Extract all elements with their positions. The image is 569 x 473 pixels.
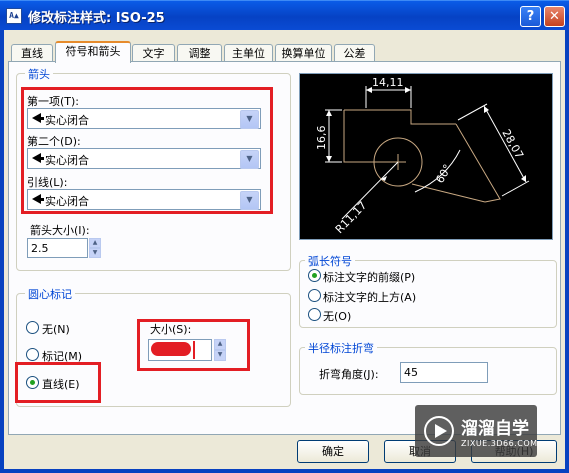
ok-button[interactable]: 确定 — [297, 440, 369, 463]
dim-left-text: 16,6 — [315, 126, 328, 151]
highlight-box-arrow-selects — [21, 87, 273, 214]
jog-angle-input[interactable]: 45 — [400, 362, 488, 383]
dim-top-text: 14,11 — [372, 76, 404, 89]
tab-fit[interactable]: 调整 — [177, 44, 222, 62]
spin-up-icon[interactable]: ▲ — [89, 238, 101, 248]
autocad-app-icon: A▲ — [6, 8, 22, 24]
watermark-url: ZIXUE.3D66.COM — [461, 439, 538, 448]
arrow-size-label: 箭头大小(I): — [30, 224, 90, 237]
outline-left — [343, 110, 398, 163]
arc-above-radio[interactable] — [308, 289, 321, 302]
spin-down-icon[interactable]: ▼ — [89, 248, 101, 258]
tab-lines[interactable]: 直线 — [11, 44, 53, 62]
center-none-radio[interactable] — [26, 321, 39, 334]
watermark-brand: 溜溜自学 — [461, 419, 529, 439]
dimension-preview: 14,11 16,6 28,07 60° R11,17 — [299, 73, 553, 240]
outline-right — [455, 123, 501, 203]
radius-jog-legend: 半径标注折弯 — [305, 340, 377, 356]
dim-right-text: 28,07 — [499, 127, 526, 161]
close-icon[interactable]: ✕ — [544, 6, 565, 27]
tab-tolerances[interactable]: 公差 — [334, 44, 375, 62]
play-logo-icon — [424, 416, 454, 446]
center-marks-legend: 圆心标记 — [25, 286, 75, 302]
jog-angle-label: 折弯角度(J): — [319, 368, 379, 381]
arc-prefix-label[interactable]: 标注文字的前缀(P) — [323, 269, 415, 285]
center-mark-radio[interactable] — [26, 348, 39, 361]
highlight-box-center-size — [137, 319, 250, 371]
arrow-size-input[interactable]: 2.5 — [27, 238, 88, 258]
tab-symbols-arrows[interactable]: 符号和箭头 — [55, 41, 131, 63]
outline-top — [344, 109, 456, 125]
arrowheads-legend: 箭头 — [25, 66, 53, 82]
outline-bottom — [411, 183, 486, 203]
tab-primary-units[interactable]: 主单位 — [224, 44, 273, 62]
preview-drawing: 14,11 16,6 28,07 60° R11,17 — [315, 76, 530, 236]
dim-angle-text: 60° — [433, 162, 454, 185]
arc-none-radio[interactable] — [308, 308, 321, 321]
arc-length-legend: 弧长符号 — [305, 253, 355, 269]
tab-text[interactable]: 文字 — [132, 44, 175, 62]
arrowheads — [326, 87, 526, 182]
window-title: 修改标注样式: ISO-25 — [28, 11, 165, 26]
title-bar[interactable]: A▲ 修改标注样式: ISO-25 ? ✕ — [0, 0, 569, 30]
highlight-box-center-line — [15, 362, 101, 403]
watermark: 溜溜自学 ZIXUE.3D66.COM — [415, 405, 537, 457]
arc-above-label[interactable]: 标注文字的上方(A) — [323, 289, 416, 305]
tab-alternate-units[interactable]: 换算单位 — [275, 44, 332, 62]
dim-radius-text: R11,17 — [333, 199, 370, 236]
arc-none-label[interactable]: 无(O) — [323, 308, 351, 324]
center-none-label[interactable]: 无(N) — [42, 321, 70, 337]
help-titlebar-button[interactable]: ? — [520, 6, 541, 27]
arc-prefix-radio[interactable] — [308, 269, 321, 282]
